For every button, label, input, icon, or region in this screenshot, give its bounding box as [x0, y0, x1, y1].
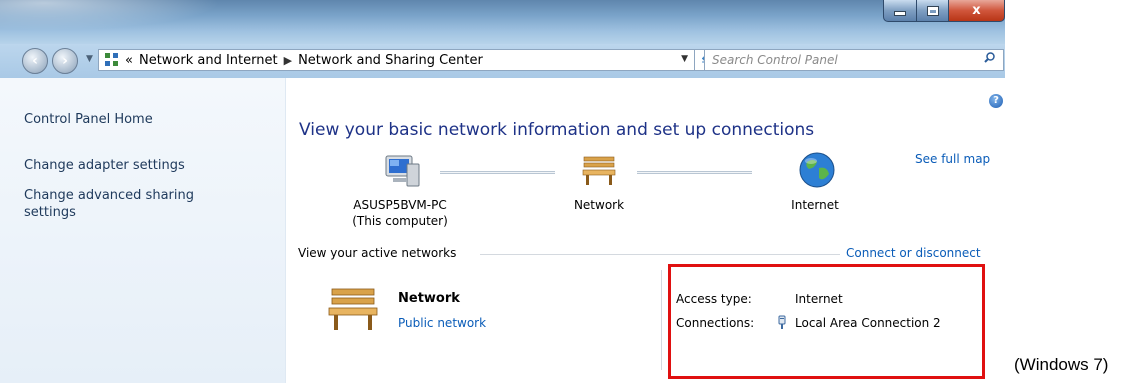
active-networks-header: View your active networks Connect or dis… — [298, 246, 998, 262]
active-networks-title: View your active networks — [298, 246, 457, 260]
window-controls: x — [883, 0, 1005, 24]
computer-name-label: ASUSP5BVM-PC (This computer) — [330, 197, 470, 229]
back-arrow-icon: ‹ — [32, 53, 38, 69]
section-divider — [480, 254, 840, 255]
vertical-divider — [661, 270, 662, 370]
breadcrumb-separator-icon[interactable]: ▶ — [284, 54, 292, 67]
back-button[interactable]: ‹ — [22, 48, 48, 74]
forward-button[interactable]: › — [52, 48, 78, 74]
highlight-box — [668, 264, 985, 379]
network-name: Network — [398, 291, 460, 306]
computer-icon[interactable] — [383, 150, 423, 190]
breadcrumb-network-and-internet[interactable]: Network and Internet — [139, 53, 278, 68]
internet-globe-icon[interactable] — [797, 150, 837, 190]
sidebar: Control Panel Home Change adapter settin… — [0, 78, 286, 383]
connect-or-disconnect-link[interactable]: Connect or disconnect — [846, 246, 981, 260]
maximize-button[interactable] — [917, 0, 949, 22]
internet-map-label: Internet — [791, 198, 839, 212]
recent-pages-dropdown-icon[interactable]: ▼ — [86, 54, 93, 64]
sidebar-item-change-adapter-settings[interactable]: Change adapter settings — [24, 157, 185, 174]
forward-arrow-icon: › — [62, 53, 68, 69]
network-map-label: Network — [573, 198, 625, 212]
search-icon[interactable] — [984, 52, 995, 63]
sidebar-item-control-panel-home[interactable]: Control Panel Home — [24, 111, 153, 128]
bench-network-icon[interactable] — [581, 152, 617, 188]
bench-network-large-icon[interactable] — [326, 285, 380, 333]
sidebar-item-change-advanced-sharing[interactable]: Change advanced sharing settings — [24, 187, 244, 221]
os-caption: (Windows 7) — [1014, 355, 1109, 374]
minimize-button[interactable] — [883, 0, 917, 22]
help-icon[interactable]: ? — [989, 94, 1003, 108]
breadcrumb-network-sharing-center[interactable]: Network and Sharing Center — [298, 53, 483, 68]
page-title: View your basic network information and … — [299, 120, 815, 140]
breadcrumb-overflow[interactable]: « — [125, 53, 133, 68]
network-folder-icon — [105, 53, 119, 67]
address-dropdown-icon[interactable]: ▼ — [681, 54, 688, 64]
network-type-link[interactable]: Public network — [398, 316, 486, 330]
title-bar[interactable]: x — [0, 0, 1005, 44]
minimize-icon — [894, 11, 906, 16]
close-icon: x — [972, 3, 981, 18]
see-full-map-link[interactable]: See full map — [915, 152, 990, 166]
computer-name: ASUSP5BVM-PC — [353, 198, 447, 212]
address-bar[interactable]: « Network and Internet ▶ Network and Sha… — [98, 49, 695, 71]
connection-line-computer-network — [440, 171, 555, 174]
maximize-icon — [926, 5, 939, 16]
connection-line-network-internet — [637, 171, 752, 174]
navigation-bar: ‹ › ▼ « Network and Internet ▶ Network a… — [0, 44, 1005, 78]
search-input[interactable]: Search Control Panel — [704, 49, 1004, 71]
this-computer-label: (This computer) — [352, 214, 448, 228]
close-button[interactable]: x — [949, 0, 1005, 22]
